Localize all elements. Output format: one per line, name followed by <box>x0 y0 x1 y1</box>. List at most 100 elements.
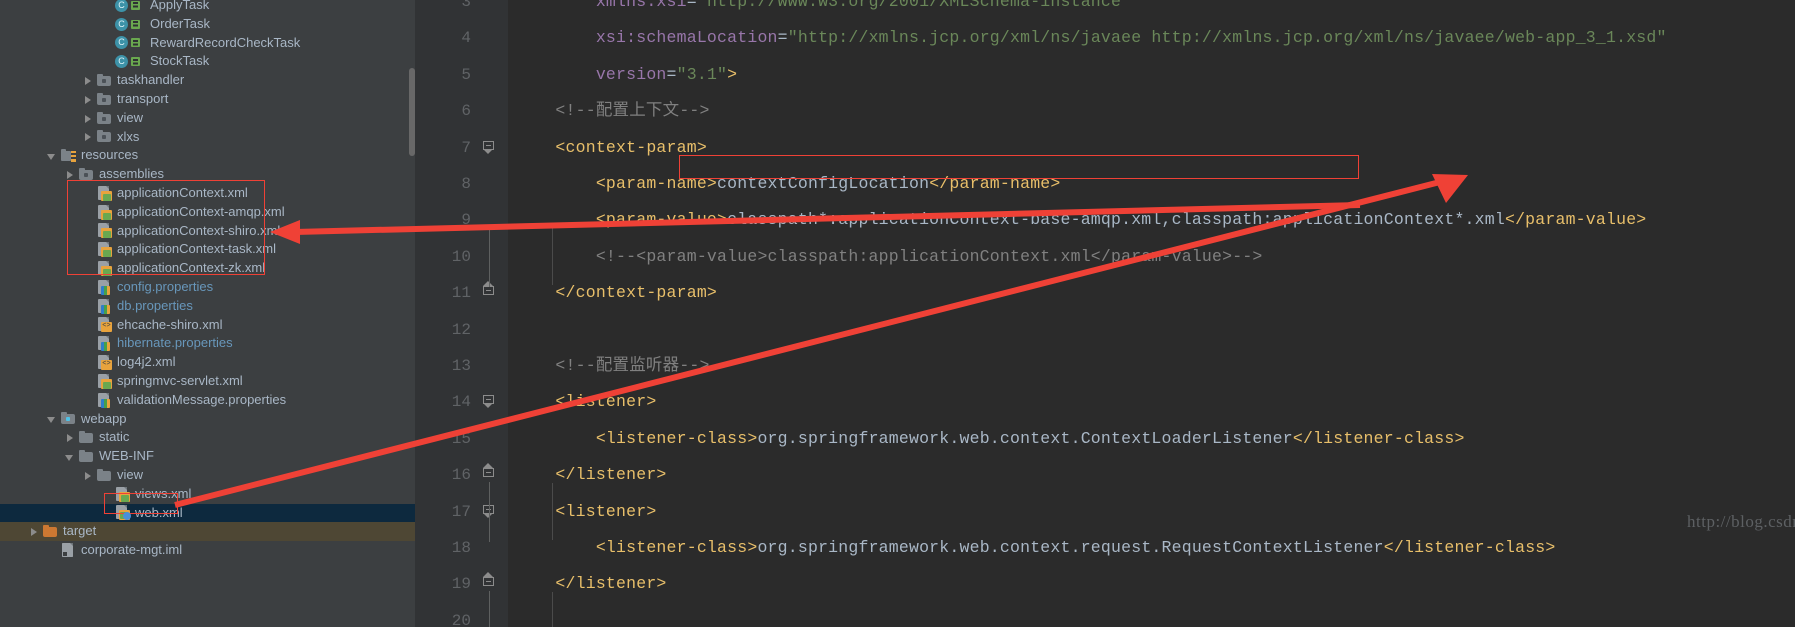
chevron-right-icon[interactable] <box>82 72 95 90</box>
code-line[interactable]: 16 </listener> <box>415 457 1795 493</box>
line-number: 15 <box>451 429 471 448</box>
fold-collapse-icon[interactable] <box>483 395 497 409</box>
tree-item-log4j2-xml[interactable]: log4j2.xml <box>0 353 415 372</box>
code-line[interactable]: 13 <!--配置监听器--> <box>415 348 1795 384</box>
fold-expand-end-icon[interactable] <box>483 286 497 300</box>
code-line[interactable]: 19 </listener> <box>415 566 1795 602</box>
code-line[interactable]: 18 <listener-class>org.springframework.w… <box>415 530 1795 566</box>
properties-file-icon <box>97 279 112 295</box>
code-token: <!--<param-value>classpath:applicationCo… <box>515 246 1263 266</box>
chevron-right-icon[interactable] <box>28 523 41 541</box>
tree-item-web-inf[interactable]: WEB-INF <box>0 447 415 466</box>
code-token: <listener-class> <box>515 428 758 448</box>
tree-item-taskhandler[interactable]: taskhandler <box>0 71 415 90</box>
properties-file-icon <box>97 392 112 408</box>
tree-twisty-placeholder <box>100 15 113 33</box>
chevron-down-icon[interactable] <box>46 410 59 428</box>
folder-icon <box>79 449 94 464</box>
tree-item-rewardrecordchecktask[interactable]: C RewardRecordCheckTask <box>0 34 415 53</box>
code-token: <listener> <box>515 392 657 412</box>
code-line-text: <listener-class>org.springframework.web.… <box>515 421 1465 457</box>
chevron-right-icon[interactable] <box>82 466 95 484</box>
code-token: </listener> <box>515 574 667 594</box>
line-number: 8 <box>461 175 471 193</box>
tree-twisty-placeholder <box>82 372 95 390</box>
fold-expand-end-icon[interactable] <box>483 577 497 591</box>
code-line[interactable]: 6 <!--配置上下文--> <box>415 93 1795 129</box>
tree-item-label: webapp <box>81 410 127 426</box>
code-editor[interactable]: 3 xmlns:xsi="http://www.w3.org/2001/XMLS… <box>415 0 1795 627</box>
folder-icon <box>97 111 112 126</box>
code-line[interactable]: 14 <listener> <box>415 384 1795 420</box>
code-line[interactable]: 5 version="3.1"> <box>415 57 1795 93</box>
tree-twisty-placeholder <box>82 297 95 315</box>
tree-item-label: OrderTask <box>150 15 210 31</box>
indent-guide <box>552 228 553 286</box>
tree-item-view[interactable]: view <box>0 109 415 128</box>
tree-twisty-placeholder <box>82 391 95 409</box>
tree-item-ordertask[interactable]: C OrderTask <box>0 15 415 34</box>
tree-item-target[interactable]: target <box>0 522 415 542</box>
code-line[interactable]: 11 </context-param> <box>415 275 1795 311</box>
code-line-text: <!--配置监听器--> <box>515 348 710 384</box>
fold-collapse-icon[interactable] <box>483 504 497 519</box>
code-line-text: <!--配置上下文--> <box>515 93 710 129</box>
chevron-right-icon[interactable] <box>64 429 77 447</box>
code-line[interactable]: 10 <!--<param-value>classpath:applicatio… <box>415 239 1795 275</box>
tree-item-db-properties[interactable]: db.properties <box>0 297 415 316</box>
line-number: 5 <box>461 65 471 84</box>
tree-item-static[interactable]: static <box>0 428 415 447</box>
code-token: org.springframework.web.context.request.… <box>757 538 1384 557</box>
java-class-icon: C <box>115 35 145 50</box>
java-class-icon: C <box>115 0 145 13</box>
tree-item-xlxs[interactable]: xlxs <box>0 128 415 147</box>
line-number: 9 <box>461 211 471 230</box>
code-token: xmlns:xsi <box>515 0 687 11</box>
project-tree-panel[interactable]: C ApplyTask C OrderTask C RewardRecordCheckTa… <box>0 0 415 627</box>
code-line[interactable]: 17 <listener> <box>415 494 1795 530</box>
code-line[interactable]: 3 xmlns:xsi="http://www.w3.org/2001/XMLS… <box>415 0 1795 20</box>
code-token: </listener> <box>515 465 667 485</box>
annotation-box-param-value <box>679 155 1359 179</box>
code-line-text: <listener-class>org.springframework.web.… <box>515 530 1556 566</box>
line-number: 16 <box>451 466 471 485</box>
tree-item-ehcache-shiro-xml[interactable]: ehcache-shiro.xml <box>0 316 415 335</box>
tree-item-stocktask[interactable]: C StockTask <box>0 52 415 71</box>
fold-collapse-icon[interactable] <box>483 140 497 155</box>
chevron-right-icon[interactable] <box>82 90 95 108</box>
code-line[interactable]: 4 xsi:schemaLocation="http://xmlns.jcp.o… <box>415 20 1795 56</box>
code-line[interactable]: 9 <param-value>classpath*:applicationCon… <box>415 202 1795 238</box>
chevron-down-icon[interactable] <box>46 147 59 165</box>
code-line[interactable]: 12 <box>415 312 1795 348</box>
code-line[interactable]: 15 <listener-class>org.springframework.w… <box>415 421 1795 457</box>
tree-item-view[interactable]: view <box>0 466 415 485</box>
tree-item-webapp[interactable]: webapp <box>0 410 415 429</box>
code-line-text: xmlns:xsi="http://www.w3.org/2001/XMLSch… <box>515 0 1131 20</box>
code-token: <!--配置监听器--> <box>515 356 710 375</box>
tree-item-label: hibernate.properties <box>117 335 233 351</box>
code-token: <context-param> <box>515 137 707 157</box>
code-line-text: <!--<param-value>classpath:applicationCo… <box>515 239 1263 275</box>
tree-item-hibernate-properties[interactable]: hibernate.properties <box>0 334 415 353</box>
tree-item-label: view <box>117 109 144 125</box>
chevron-down-icon[interactable] <box>64 448 77 466</box>
fold-expand-end-icon[interactable] <box>483 468 497 482</box>
tree-item-views-xml[interactable]: views.xml <box>0 485 415 504</box>
tree-item-config-properties[interactable]: config.properties <box>0 278 415 297</box>
tree-item-transport[interactable]: transport <box>0 90 415 109</box>
tree-item-web-xml[interactable]: web.xml <box>0 503 415 523</box>
code-token: </param-value> <box>1504 210 1647 230</box>
tree-item-applytask[interactable]: C ApplyTask <box>0 0 415 15</box>
excluded-folder-icon <box>43 524 58 539</box>
tree-item-resources[interactable]: resources <box>0 146 415 165</box>
code-token: = <box>686 0 697 11</box>
tree-twisty-placeholder <box>82 354 95 372</box>
line-number: 19 <box>451 575 471 594</box>
tree-item-corporate-mgt-iml[interactable]: corporate-mgt.iml <box>0 541 415 560</box>
chevron-right-icon[interactable] <box>82 109 95 127</box>
tree-item-label: static <box>99 429 130 445</box>
tree-item-validationmessage-properties[interactable]: validationMessage.properties <box>0 391 415 410</box>
code-line[interactable]: 20 <box>415 603 1795 627</box>
tree-item-springmvc-servlet-xml[interactable]: springmvc-servlet.xml <box>0 372 415 391</box>
chevron-right-icon[interactable] <box>82 128 95 146</box>
